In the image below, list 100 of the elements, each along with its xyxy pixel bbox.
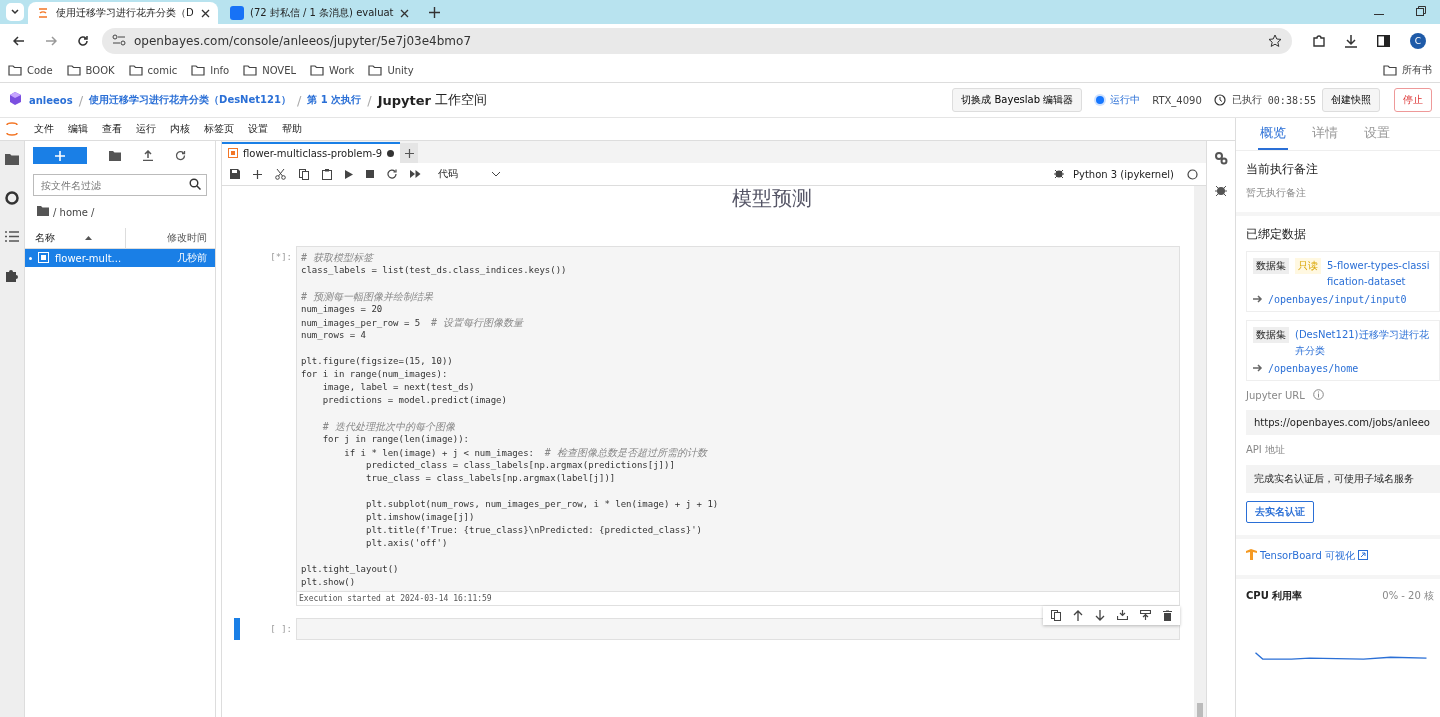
profile-avatar[interactable]: C [1410,33,1426,49]
menu-item[interactable]: 设置 [248,122,268,136]
fast-forward-icon[interactable] [410,170,421,178]
save-icon[interactable] [230,169,240,179]
verify-button[interactable]: 去实名认证 [1246,501,1314,523]
markdown-heading: 模型预测 [731,186,813,210]
bookmark-folder[interactable]: BOOK [66,64,115,76]
close-icon[interactable] [201,8,210,18]
kernel-name[interactable]: Python 3 (ipykernel) [1072,168,1174,180]
insert-above-icon[interactable] [1117,610,1128,621]
column-header[interactable]: 名称 [25,228,126,248]
snapshot-button[interactable]: 创建快照 [1322,88,1380,112]
breadcrumb-separator: / [78,92,84,108]
notebook-tab[interactable]: flower-multiclass-problem-9 [222,142,401,163]
list-icon[interactable] [5,231,19,242]
move-down-icon[interactable] [1095,610,1105,621]
cpu-range: 0% - 20 核 [1382,589,1434,603]
refresh-icon[interactable] [175,150,186,161]
external-link-icon[interactable] [1357,549,1368,563]
column-header[interactable]: 修改时间 [126,228,215,248]
bookmark-folder[interactable]: Code [8,64,53,76]
run-icon[interactable] [345,169,353,179]
kernel-status-icon [1187,168,1198,180]
code-cell[interactable] [296,246,1180,606]
new-launcher-button[interactable] [33,147,87,164]
folder-icon [310,64,325,76]
code-line: predicted_class = class_labels[np.argmax(predictions[j])] [365,459,676,472]
switch-editor-button[interactable]: 切换成 Bayeslab 编辑器 [952,88,1083,112]
arrow-right-icon [1253,363,1263,374]
filter-field[interactable]: 按文件名过滤 [33,174,207,196]
duplicate-icon[interactable] [1051,610,1061,621]
address-bar[interactable]: openbayes.com/console/anleeos/jupyter/5e7j03e4bmo7 [102,28,1292,54]
code-line: num_images_per_row = 5 # 设置每行图像数量 [301,316,525,329]
bug-icon[interactable] [1215,185,1227,197]
bookmark-folder[interactable]: Info [191,64,230,76]
new-tab-icon[interactable] [428,7,440,18]
panel-tab[interactable]: 概览 [1258,122,1288,150]
bookmark-folder[interactable]: comic [128,64,178,76]
path-text[interactable]: / home / [53,206,95,218]
site-info-icon[interactable] [112,33,126,49]
folder-icon[interactable] [5,153,19,165]
plus-icon [55,150,65,161]
running-icon[interactable] [5,191,19,205]
clock-icon [1213,94,1226,106]
copy-icon[interactable] [299,168,309,180]
breadcrumb-link[interactable]: 第 1 次执行 [307,93,362,107]
bookmark-folder[interactable]: Work [310,64,355,76]
tensorboard-link[interactable]: TensorBoard 可视化 [1260,549,1355,563]
filter-input[interactable]: 按文件名过滤 [39,178,189,192]
menu-item[interactable]: 文件 [34,122,54,136]
gears-icon[interactable] [1214,151,1228,165]
scrollbar-thumb[interactable] [1197,703,1203,717]
breadcrumb-link[interactable]: anleeos [29,94,73,106]
add-cell-icon[interactable] [253,169,262,179]
menu-item[interactable]: 标签页 [204,122,234,136]
api-field[interactable]: 完成实名认证后，可使用子域名服务 [1246,465,1440,493]
url-field[interactable]: https://openbayes.com/jobs/anleeo [1246,410,1440,435]
new-folder-icon[interactable] [109,150,121,161]
bookmark-folder[interactable]: NOVEL [243,64,297,76]
field-label: Jupyter URL [1246,390,1305,401]
code-line: for i in range(num_images): [301,368,449,381]
bookmark-star-icon[interactable] [1268,34,1282,48]
browser-tab[interactable]: (72 封私信 / 1 条消息) evaluat [222,2,417,24]
folder-icon [191,64,206,76]
code-cell[interactable] [296,618,1180,640]
stop-button[interactable]: 停止 [1394,88,1432,112]
cut-icon[interactable] [275,168,286,180]
execution-status: Execution started at 2024-03-14 16:11:59 [297,591,1179,605]
minimize-icon[interactable] [1374,14,1384,16]
restore-icon[interactable] [1416,6,1426,16]
folder-icon [8,64,22,76]
dataset-link[interactable]: (DesNet121)迁移学习进行花卉分类 [1295,327,1433,359]
bookmark-folder[interactable]: Unity [368,64,414,76]
menu-item[interactable]: 内核 [170,122,190,136]
folder-icon [1383,64,1397,76]
bug-icon[interactable] [1053,169,1064,179]
close-icon[interactable] [399,8,409,18]
dataset-tag: 数据集 [1253,327,1289,343]
arrow-right-icon [1253,294,1263,305]
browser-tab[interactable]: 使用迁移学习进行花卉分类（D [28,2,218,24]
menu-item[interactable]: 查看 [102,122,122,136]
paste-icon[interactable] [322,168,332,180]
tensorflow-icon [1246,549,1257,563]
breadcrumb-link[interactable]: 使用迁移学习进行花卉分类（DesNet121） [89,93,291,107]
dataset-link[interactable]: 5-flower-types-classification-dataset [1327,258,1433,290]
file-row[interactable]: flower-mult... 几秒前 [25,249,215,267]
move-up-icon[interactable] [1073,610,1083,621]
menu-item[interactable]: 运行 [136,122,156,136]
all-bookmarks-folder[interactable]: 所有书 [1383,63,1432,77]
delete-icon[interactable] [1163,610,1172,621]
puzzle-icon[interactable] [5,268,19,282]
restart-icon[interactable] [387,169,397,179]
insert-below-icon[interactable] [1140,610,1151,621]
new-tab-icon[interactable] [400,143,419,163]
cell-type-select[interactable]: 代码 [438,167,500,181]
tab-list-icon[interactable] [6,3,24,21]
upload-icon[interactable] [143,150,153,161]
menu-item[interactable]: 编辑 [68,122,88,136]
code-line: plt.figure(figsize=(15, 10)) [301,355,454,368]
menu-item[interactable]: 帮助 [282,122,302,136]
